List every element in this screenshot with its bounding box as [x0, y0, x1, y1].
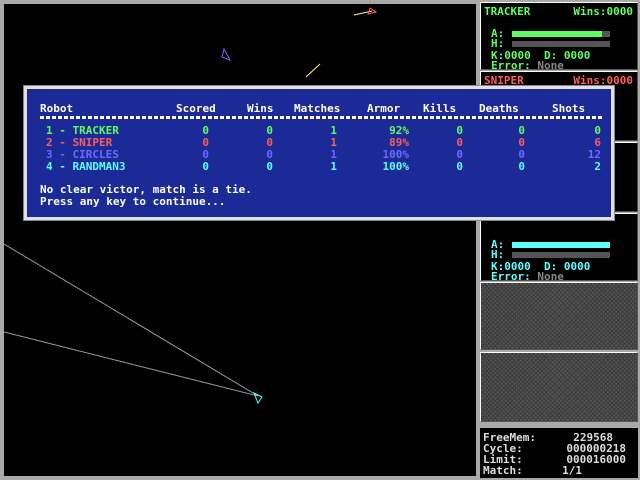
result-cell-wins: 0: [266, 160, 273, 173]
header-separator: [40, 116, 603, 119]
heat-bar: [512, 41, 610, 47]
missile-trail: [305, 63, 321, 78]
result-cell-deaths: 0: [518, 160, 525, 173]
robot-wins: Wins:0000: [573, 5, 633, 18]
scan-arc-line: [4, 331, 259, 397]
header-armor: Armor: [367, 102, 401, 115]
header-scored: Scored: [176, 102, 216, 115]
arena-canvas: [4, 7, 378, 405]
result-row: 2 - SNIPER 0 0 1 89% 0 0 6: [27, 136, 611, 149]
match-results-dialog[interactable]: Robot Scored Wins Matches Armor Kills De…: [23, 85, 615, 221]
armor-bar-fill: [512, 31, 603, 37]
continue-prompt: Press any key to continue...: [40, 195, 226, 208]
side-panel: TRACKER Wins:0000 A: H: K:0000 D: 0000 E…: [478, 0, 640, 480]
result-cell-entry: 4 - RANDMAN3: [46, 160, 126, 173]
battle-arena: [4, 4, 476, 476]
result-row: 3 - CIRCLES 0 0 1 100% 0 0 12: [27, 148, 611, 161]
heat-bar: [512, 252, 610, 258]
header-matches: Matches: [294, 102, 341, 115]
result-cell-kills: 0: [456, 160, 463, 173]
match-label: Match:: [483, 464, 523, 477]
match-value: 1/1: [562, 464, 582, 477]
header-kills: Kills: [423, 102, 457, 115]
header-shots: Shots: [552, 102, 586, 115]
scan-arc-line: [4, 243, 259, 397]
result-row: 1 - TRACKER 0 0 1 92% 0 0 0: [27, 124, 611, 137]
header-deaths: Deaths: [479, 102, 519, 115]
header-wins: Wins: [247, 102, 274, 115]
robot-circles-icon: [221, 47, 232, 61]
results-header-row: Robot Scored Wins Matches Armor Kills De…: [27, 102, 611, 115]
empty-robot-slot: [480, 352, 638, 422]
result-cell-shots: 2: [594, 160, 601, 173]
robot-panel-tracker: TRACKER Wins:0000 A: H: K:0000 D: 0000 E…: [480, 2, 638, 72]
armor-bar-fill: [512, 242, 610, 248]
robot-panel-randman3: A: H: K:0000 D: 0000 Error: None: [480, 213, 638, 283]
result-cell-matches: 1: [330, 160, 337, 173]
armor-bar: [512, 242, 610, 248]
result-row: 4 - RANDMAN3 0 0 1 100% 0 0 2: [27, 160, 611, 173]
result-cell-armor: 100%: [382, 160, 410, 173]
result-cell-scored: 0: [202, 160, 209, 173]
status-panel: FreeMem: 229568 Cycle: 000000218 Limit: …: [480, 428, 638, 478]
empty-robot-slot: [480, 282, 638, 350]
header-robot: Robot: [40, 102, 74, 115]
armor-bar: [512, 31, 610, 37]
robot-name: TRACKER: [484, 5, 531, 18]
